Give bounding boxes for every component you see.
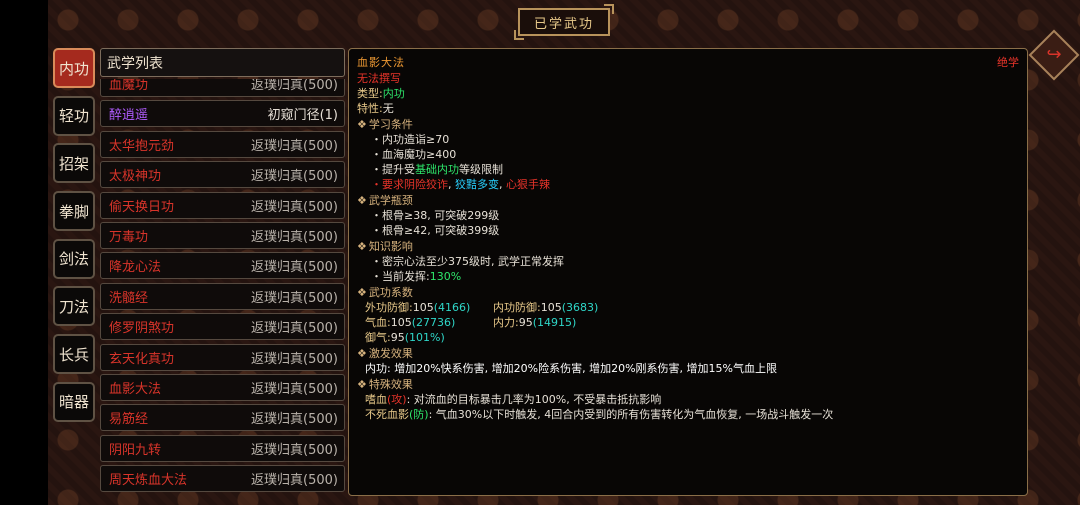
skill-row[interactable]: 修罗阴煞功 返璞归真(500)	[100, 313, 345, 341]
learn-condition: ・内功造诣≥70	[371, 133, 450, 146]
page-title: 已学武功	[533, 16, 594, 32]
page-title-badge: 已学武功	[514, 4, 614, 40]
skill-row[interactable]: 太华抱元劲 返璞归真(500)	[100, 130, 345, 158]
tab-quanjiao[interactable]: 拳脚	[53, 191, 95, 232]
bottleneck-line: ・根骨≥42, 可突破399级	[371, 224, 500, 237]
skill-detail-panel[interactable]: 血影大法 绝学 无法撰写 类型:内功 特性:无 ❖ 学习条件 ・内功造诣≥70 ・…	[348, 48, 1028, 496]
trait-line: 特性:无	[357, 102, 394, 115]
section-learn-conditions: ❖ 学习条件	[357, 118, 413, 131]
learn-condition: ・要求阴险狡诈, 狡黠多变, 心狠手辣	[371, 178, 550, 191]
game-screen: 已学武功 ↪ 内功 轻功 招架 拳脚 剑法 刀法 长兵 暗器 武学列表 血魔功返…	[48, 0, 1080, 505]
skill-row[interactable]: 易筋经 返璞归真(500)	[100, 404, 345, 432]
special-effect-line: 嗜血(攻): 对流血的目标暴击几率为100%, 不受暴击抵抗影响	[365, 393, 662, 406]
skill-list-header: 武学列表	[100, 48, 345, 77]
bottleneck-line: ・根骨≥38, 可突破299级	[371, 209, 500, 222]
skill-row[interactable]: 偷天换日功 返璞归真(500)	[100, 191, 345, 219]
skill-row-selected[interactable]: 血影大法 返璞归真(500)	[100, 373, 345, 401]
diamond-icon: ❖	[357, 378, 367, 391]
effect-line: 内功: 增加20%快系伤害, 增加20%险系伤害, 增加20%刚系伤害, 增加1…	[365, 362, 777, 375]
diamond-icon: ❖	[357, 347, 367, 360]
skill-row[interactable]: 血魔功 返璞归真(500)	[100, 79, 345, 97]
skill-row[interactable]: 洗髓经 返璞归真(500)	[100, 282, 345, 310]
learn-condition: ・提升受基础内功等级限制	[371, 163, 503, 176]
screen-edge	[0, 0, 48, 505]
learn-condition: ・血海魔功≥400	[371, 148, 457, 161]
tab-qinggong[interactable]: 轻功	[53, 95, 95, 136]
return-arrow-icon[interactable]: ↪	[1042, 43, 1066, 67]
tab-daofa[interactable]: 刀法	[53, 286, 95, 327]
section-trigger-effects: ❖ 激发效果	[357, 347, 413, 360]
section-coefficients: ❖ 武功系数	[357, 286, 413, 299]
tab-changbing[interactable]: 长兵	[53, 334, 95, 375]
tab-zhaojia[interactable]: 招架	[53, 143, 95, 184]
skill-row[interactable]: 周天炼血大法 返璞归真(500)	[100, 465, 345, 493]
section-knowledge: ❖ 知识影响	[357, 240, 413, 253]
skill-grade: 绝学	[997, 56, 1019, 69]
diamond-icon: ❖	[357, 194, 367, 207]
skill-row[interactable]: 太极神功 返璞归真(500)	[100, 161, 345, 189]
skill-row[interactable]: 玄天化真功 返璞归真(500)	[100, 343, 345, 371]
cannot-write-note: 无法撰写	[357, 72, 401, 85]
diamond-icon: ❖	[357, 286, 367, 299]
tab-jianfa[interactable]: 剑法	[53, 238, 95, 279]
skill-detail-name: 血影大法	[357, 56, 405, 69]
special-effect-line: 不死血影(防): 气血30%以下时触发, 4回合内受到的所有伤害转化为气血恢复,…	[365, 408, 834, 421]
skill-list[interactable]: 血魔功 返璞归真(500) 醉逍遥 初窥门径(1) 太华抱元劲 返璞归真(500) 太…	[100, 79, 345, 495]
coef-row: 气血:105(27736) 内力:95(14915)	[365, 316, 577, 329]
section-special-effects: ❖ 特殊效果	[357, 378, 413, 391]
knowledge-line: ・密宗心法至少375级时, 武学正常发挥	[371, 255, 564, 268]
diamond-icon: ❖	[357, 118, 367, 131]
coef-row: 外功防御:105(4166) 内功防御:105(3683)	[365, 301, 599, 314]
tab-neigong[interactable]: 内功	[53, 48, 95, 88]
section-bottleneck: ❖ 武学瓶颈	[357, 194, 413, 207]
diamond-icon: ❖	[357, 240, 367, 253]
skill-row[interactable]: 醉逍遥 初窥门径(1)	[100, 100, 345, 128]
skill-row[interactable]: 万毒功 返璞归真(500)	[100, 221, 345, 249]
tab-anqi[interactable]: 暗器	[53, 381, 95, 422]
knowledge-line: ・当前发挥:130%	[371, 270, 462, 283]
coef-row: 御气:95(101%)	[365, 331, 445, 344]
type-line: 类型:内功	[357, 87, 405, 100]
skill-row[interactable]: 降龙心法 返璞归真(500)	[100, 252, 345, 280]
category-tabs: 内功 轻功 招架 拳脚 剑法 刀法 长兵 暗器	[53, 48, 95, 430]
skill-row[interactable]: 阴阳九转 返璞归真(500)	[100, 434, 345, 462]
